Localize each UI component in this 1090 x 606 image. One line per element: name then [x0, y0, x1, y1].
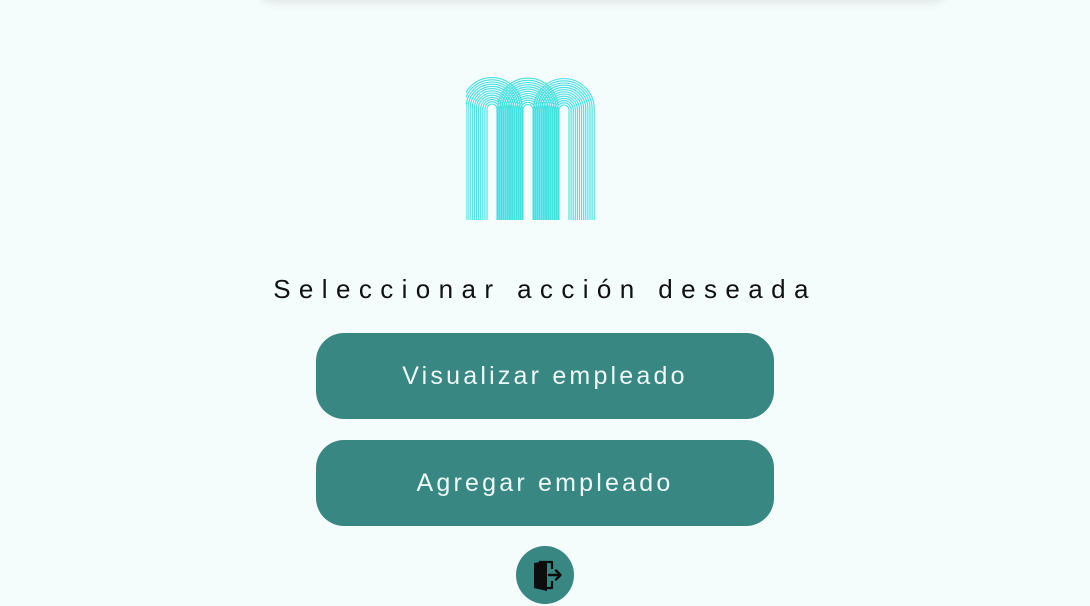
page-title: Seleccionar acción deseada: [273, 274, 817, 304]
wave-m-logo: [466, 77, 595, 220]
logo-stripe: [482, 99, 502, 220]
exit-door-icon: [534, 560, 562, 591]
exit-button[interactable]: [516, 546, 574, 604]
logo-stripe: [522, 104, 534, 220]
view-employee-label: Visualizar empleado: [402, 361, 688, 390]
logo-stripe: [558, 104, 570, 220]
view-employee-button[interactable]: Visualizar empleado: [316, 333, 774, 419]
logo-stripe: [554, 100, 574, 220]
logo-stripe: [486, 103, 498, 220]
logo-stripe: [518, 99, 538, 220]
main-screen: Seleccionar acción deseada Visualizar em…: [0, 0, 1090, 606]
add-employee-label: Agregar empleado: [416, 468, 674, 497]
add-employee-button[interactable]: Agregar empleado: [316, 440, 774, 526]
